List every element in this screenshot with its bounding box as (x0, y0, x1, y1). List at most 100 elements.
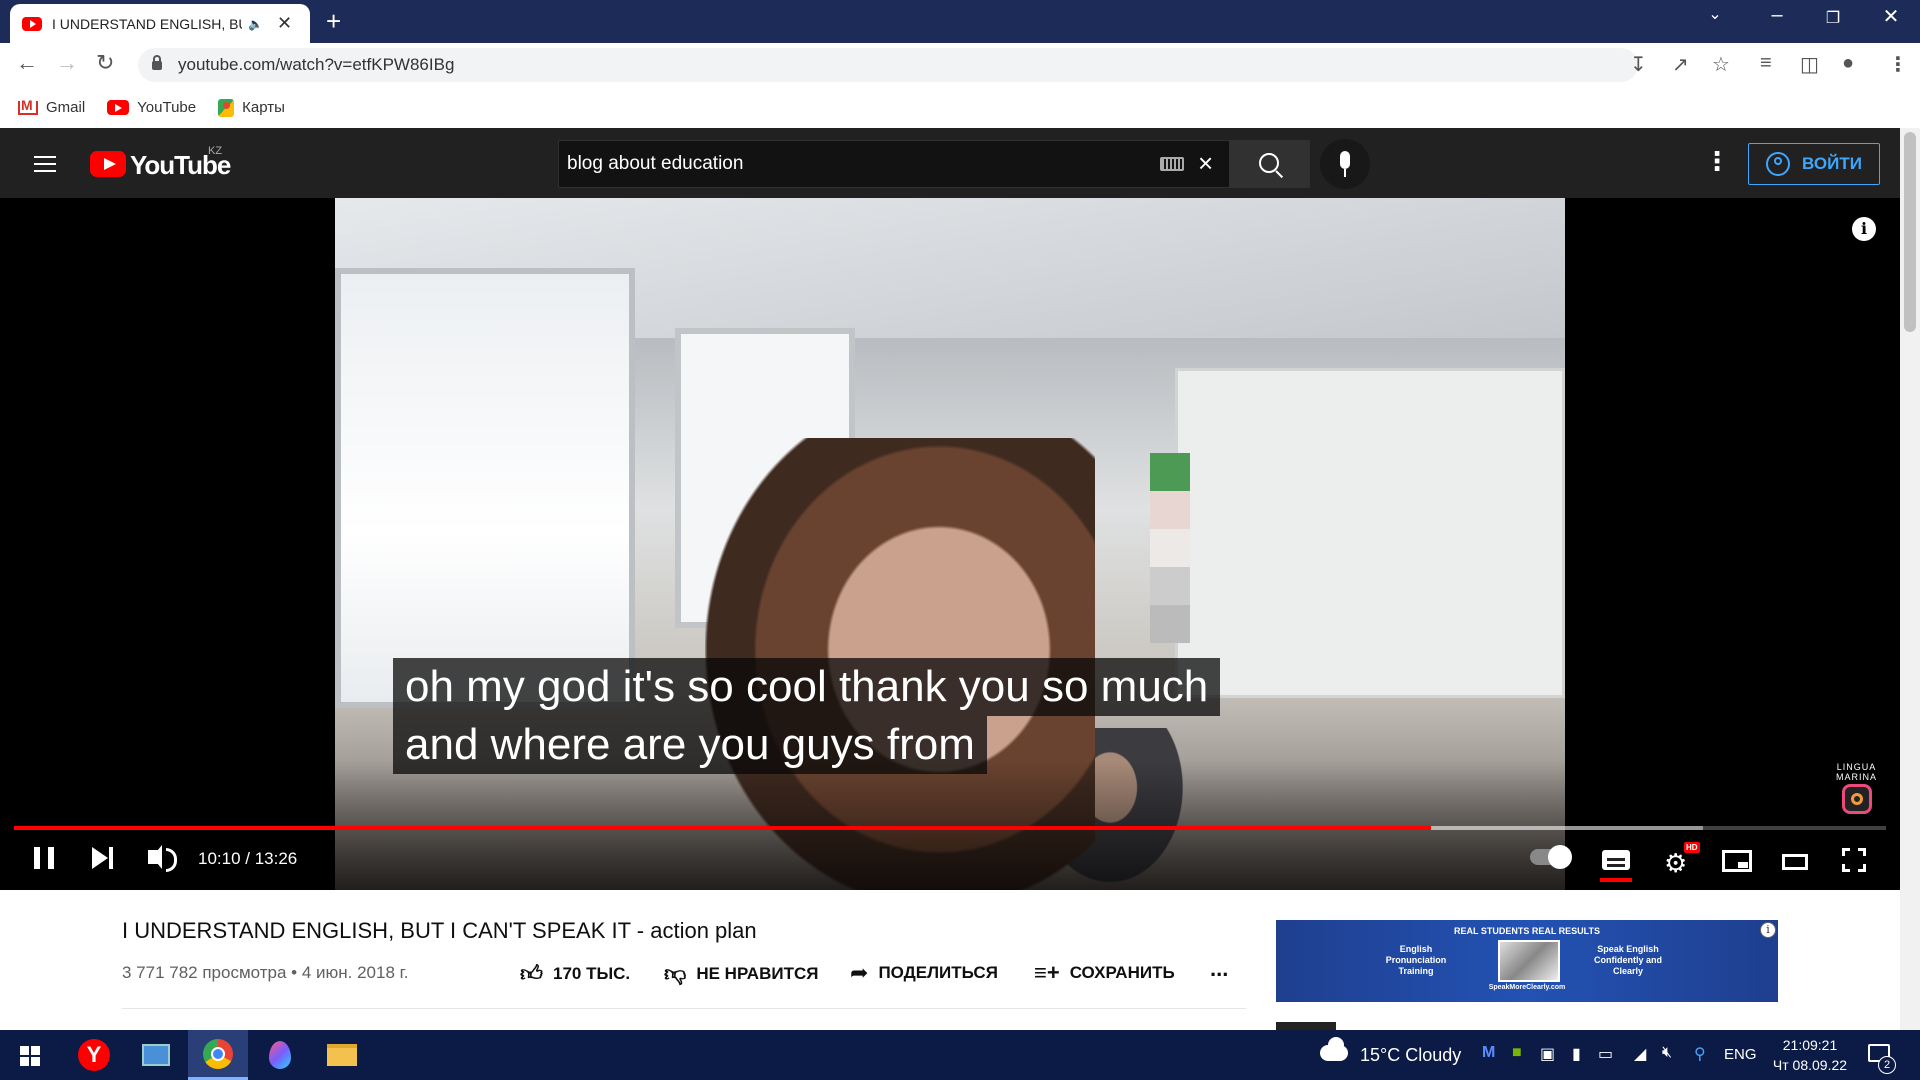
scrollbar-thumb[interactable] (1904, 132, 1916, 332)
video-posters (1150, 453, 1190, 643)
volume-tray-icon[interactable]: 🔇︎ (1662, 1044, 1672, 1062)
settings-more-icon[interactable]: ⋮ (1704, 146, 1730, 177)
yandex-browser-icon: Y (78, 1039, 110, 1071)
share-icon[interactable]: ↗ (1672, 52, 1689, 77)
ad-banner[interactable]: REAL STUDENTS REAL RESULTS English Pronu… (1276, 920, 1778, 1002)
back-button[interactable]: ← (16, 50, 38, 76)
minimize-button[interactable]: – (1752, 4, 1802, 27)
taskbar-window[interactable] (126, 1030, 186, 1080)
bookmarks-bar: Gmail YouTube Карты (0, 87, 1920, 128)
mic-tray-icon[interactable]: ▮ (1572, 1044, 1581, 1064)
autoplay-toggle[interactable] (1530, 845, 1572, 869)
drop-app-icon (269, 1041, 291, 1069)
dislike-button[interactable]: 👎︎ НЕ НРАВИТСЯ (664, 960, 818, 987)
address-bar[interactable]: youtube.com/watch?v=etfKPW86IBg (138, 48, 1638, 82)
captions: oh my god it's so cool thank you so much… (393, 658, 1221, 774)
country-code: KZ (208, 145, 223, 157)
tab-search-icon[interactable]: ⌄ (1690, 4, 1740, 24)
bookmark-maps[interactable]: Карты (218, 98, 285, 117)
notification-count: 2 (1878, 1056, 1896, 1074)
menu-icon[interactable] (34, 156, 56, 172)
new-tab-button[interactable]: + (326, 6, 341, 37)
clock[interactable]: 21:09:21 Чт 08.09.22 (1770, 1035, 1850, 1075)
browser-tab[interactable]: I UNDERSTAND ENGLISH, BUT I CAN'T SPEAK … (10, 4, 310, 43)
keyboard-icon[interactable] (1160, 157, 1184, 171)
more-actions-button[interactable]: ... (1210, 956, 1228, 982)
ad-image (1498, 940, 1560, 982)
side-panel-icon[interactable]: ◫ (1800, 52, 1819, 77)
maps-icon (218, 98, 235, 117)
controls-gradient (0, 760, 1900, 890)
url-text: youtube.com/watch?v=etfKPW86IBg (178, 55, 455, 74)
time-display: 10:10 / 13:26 (198, 849, 298, 868)
windows-start-icon[interactable] (20, 1046, 40, 1066)
restore-button[interactable]: ❐ (1808, 8, 1858, 28)
profile-icon[interactable]: ● (1842, 52, 1854, 75)
miniplayer-icon[interactable] (1722, 850, 1752, 872)
youtube-icon (107, 100, 130, 115)
lock-icon (152, 54, 162, 70)
gear-icon[interactable]: ⚙ (1664, 848, 1687, 879)
bookmark-star-icon[interactable]: ☆ (1712, 52, 1730, 77)
youtube-logo-icon[interactable] (90, 151, 126, 177)
progress-bar[interactable] (14, 826, 1886, 830)
clear-search-icon[interactable]: × (1198, 148, 1213, 179)
video-title: I UNDERSTAND ENGLISH, BUT I CAN'T SPEAK … (122, 918, 757, 943)
share-arrow-icon: ➦ (850, 960, 869, 985)
theater-mode-icon[interactable] (1782, 854, 1808, 870)
divider (122, 1008, 1246, 1009)
info-icon[interactable]: i (1852, 217, 1876, 241)
like-button[interactable]: 👍︎ 170 ТЫС. (520, 960, 630, 987)
channel-watermark[interactable]: LINGUA MARINA (1836, 762, 1877, 782)
taskbar-drop-app[interactable] (250, 1030, 310, 1080)
chrome-icon (203, 1038, 233, 1069)
video-window (335, 268, 635, 708)
instagram-icon[interactable] (1842, 784, 1872, 814)
add-to-playlist-icon: ≡+ (1034, 960, 1060, 985)
gmail-icon (18, 97, 38, 115)
account-icon (1766, 152, 1791, 176)
taskbar-explorer[interactable] (312, 1030, 372, 1080)
nvidia-icon[interactable]: ■ (1512, 1044, 1522, 1062)
caption-line: and where are you guys from (393, 716, 987, 774)
camera-icon[interactable]: ▣ (1540, 1044, 1555, 1064)
sign-in-button[interactable]: ВОЙТИ (1748, 143, 1880, 185)
tray-app-icon[interactable]: M (1482, 1044, 1495, 1062)
speaker-icon[interactable]: 🔈 (248, 17, 263, 31)
language-indicator[interactable]: ENG (1724, 1046, 1757, 1063)
bookmark-youtube[interactable]: YouTube (107, 99, 196, 116)
video-whiteboard (1175, 368, 1565, 698)
folder-icon (327, 1044, 357, 1066)
close-tab-icon[interactable]: ✕ (277, 13, 292, 34)
media-control-icon[interactable]: ≡ (1760, 52, 1772, 75)
battery-icon[interactable]: ▭ (1598, 1044, 1613, 1064)
share-button[interactable]: ➦ ПОДЕЛИТЬСЯ (850, 960, 998, 986)
search-box[interactable] (558, 140, 1230, 188)
search-input[interactable] (567, 153, 1127, 175)
ad-info-icon[interactable]: i (1760, 922, 1776, 938)
taskbar-yandex[interactable]: Y (64, 1030, 124, 1080)
taskbar-chrome[interactable] (188, 1030, 248, 1080)
volume-icon[interactable] (148, 845, 177, 872)
youtube-favicon-icon (22, 16, 42, 31)
thumbs-up-icon: 👍︎ (520, 961, 543, 986)
subtitles-icon[interactable] (1602, 850, 1630, 870)
microphone-icon[interactable] (1320, 139, 1370, 189)
fullscreen-icon[interactable] (1842, 848, 1872, 878)
reload-button[interactable]: ↻ (96, 50, 114, 76)
pause-icon[interactable] (34, 847, 54, 869)
bookmark-gmail[interactable]: Gmail (18, 97, 85, 116)
save-button[interactable]: ≡+ СОХРАНИТЬ (1034, 960, 1175, 986)
wifi-icon[interactable]: ◢ (1634, 1044, 1646, 1064)
forward-button[interactable]: → (56, 50, 78, 76)
weather-text[interactable]: 15°C Cloudy (1360, 1045, 1461, 1066)
caption-line: oh my god it's so cool thank you so much (393, 658, 1221, 716)
window-app-icon (142, 1044, 170, 1066)
chrome-menu-icon[interactable]: ⋮ (1888, 52, 1908, 77)
location-icon[interactable]: ⚲ (1694, 1044, 1706, 1064)
search-button[interactable] (1230, 140, 1310, 188)
cloud-icon[interactable] (1320, 1037, 1348, 1061)
close-window-button[interactable]: ✕ (1866, 4, 1916, 29)
next-icon[interactable] (92, 847, 114, 869)
install-icon[interactable]: ↧ (1630, 52, 1647, 77)
